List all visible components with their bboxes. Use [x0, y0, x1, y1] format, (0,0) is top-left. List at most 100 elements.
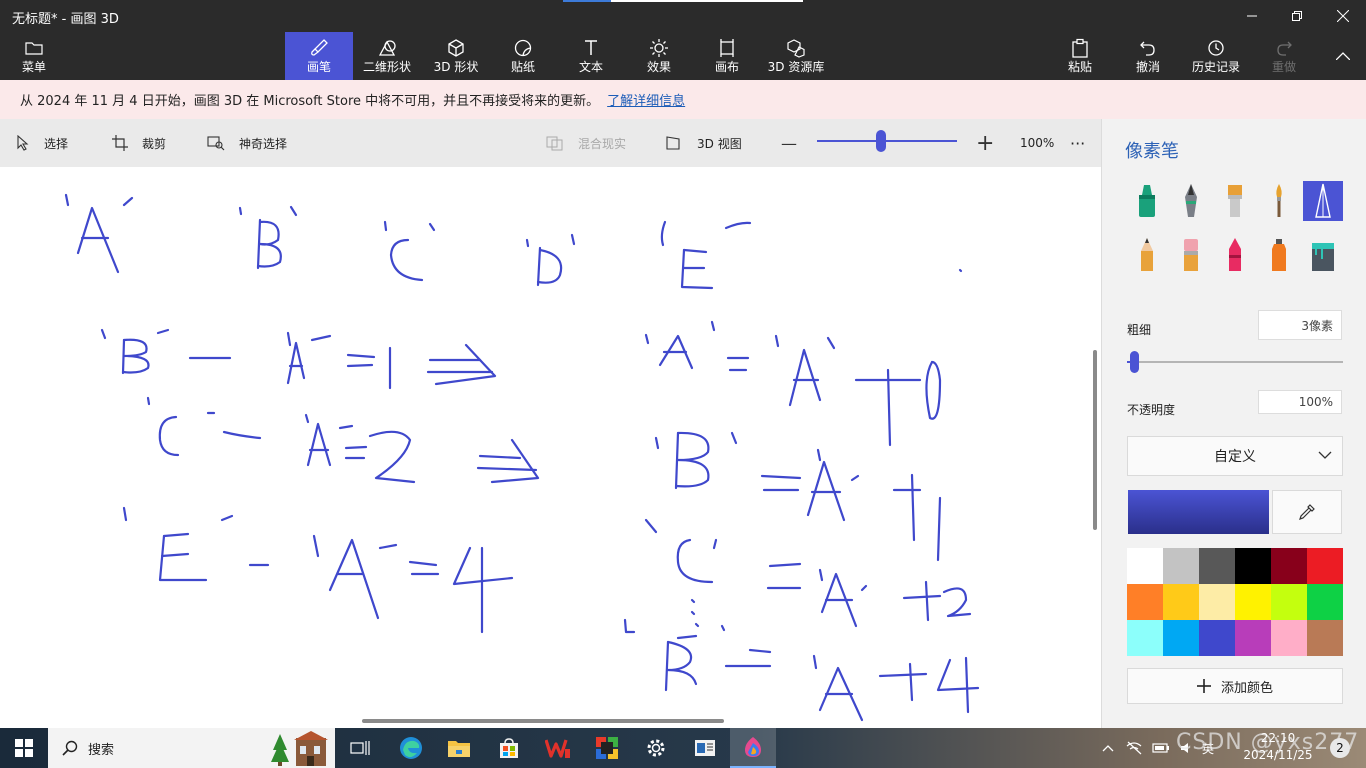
minimize-button[interactable] [1229, 0, 1275, 32]
current-color-swatch[interactable] [1128, 490, 1269, 534]
battery-icon[interactable] [1152, 742, 1170, 754]
color-swatch[interactable] [1127, 620, 1163, 656]
color-swatch[interactable] [1199, 584, 1235, 620]
brush-calligraphy-pen[interactable] [1171, 181, 1211, 221]
mixed-reality-button[interactable]: 混合现实 [546, 119, 626, 167]
brush-spray-can[interactable] [1259, 235, 1299, 275]
network-disconnected-icon[interactable] [1126, 741, 1142, 755]
handwriting-equation [623, 618, 980, 722]
clock-time: 22:10 [1260, 731, 1296, 745]
zoom-in-button[interactable]: + [976, 119, 994, 167]
color-palette [1127, 548, 1343, 656]
zoom-slider-thumb[interactable] [876, 130, 887, 152]
taskbar-store[interactable] [486, 728, 532, 768]
brush-oil[interactable] [1215, 181, 1255, 221]
tab-2d-shapes[interactable]: 二维形状 [357, 32, 417, 80]
taskbar-edge[interactable] [388, 728, 434, 768]
oil-brush-icon [1228, 185, 1242, 217]
select-tool[interactable]: 选择 [16, 119, 68, 167]
tab-canvas[interactable]: 画布 [703, 32, 751, 80]
thickness-input[interactable]: 3像素 [1258, 310, 1342, 340]
zoom-value[interactable]: 100% [1020, 119, 1054, 167]
taskbar-colorful-app[interactable] [584, 728, 630, 768]
gear-icon [647, 739, 665, 757]
color-swatch[interactable] [1163, 584, 1199, 620]
color-swatch[interactable] [1271, 548, 1307, 584]
history-button[interactable]: 历史记录 [1188, 32, 1244, 80]
undo-button[interactable]: 撤消 [1128, 32, 1168, 80]
colorful-squares-app-icon [596, 737, 618, 759]
tab-brushes[interactable]: 画笔 [285, 32, 353, 80]
preset-dropdown[interactable]: 自定义 [1127, 436, 1343, 476]
folder-icon [448, 741, 470, 757]
mixed-reality-label: 混合现实 [578, 136, 627, 151]
opacity-input[interactable]: 100% [1258, 390, 1342, 414]
menu-button[interactable]: 菜单 [8, 32, 60, 80]
taskbar-reader[interactable] [682, 728, 728, 768]
redo-button[interactable]: 重做 [1264, 32, 1304, 80]
tab-stickers[interactable]: 贴纸 [496, 32, 550, 80]
magic-select-tool[interactable]: 神奇选择 [207, 119, 287, 167]
drawing-canvas[interactable] [0, 167, 1101, 728]
eyedropper-button[interactable] [1272, 490, 1342, 534]
color-swatch[interactable] [1163, 548, 1199, 584]
chevron-up-icon[interactable] [1102, 744, 1114, 752]
notification-badge[interactable]: 2 [1330, 738, 1350, 758]
color-swatch[interactable] [1235, 584, 1271, 620]
color-swatch[interactable] [1235, 548, 1271, 584]
color-swatch[interactable] [1235, 620, 1271, 656]
more-options-button[interactable]: ··· [1070, 119, 1085, 167]
task-view-button[interactable] [337, 728, 383, 768]
tab-text[interactable]: 文本 [566, 32, 616, 80]
canvas-toolbar: 选择 裁剪 神奇选择 混合现实 3D 视图 — + 100% ··· [0, 119, 1101, 167]
color-swatch[interactable] [1271, 584, 1307, 620]
vertical-scrollbar[interactable] [1093, 350, 1097, 530]
spray-can-icon [1272, 239, 1286, 271]
crop-tool[interactable]: 裁剪 [112, 119, 166, 167]
add-color-button[interactable]: 添加颜色 [1127, 668, 1343, 704]
color-swatch[interactable] [1307, 548, 1343, 584]
tab-3d-library[interactable]: 3D 资源库 [764, 32, 828, 80]
brush-crayon[interactable] [1215, 235, 1255, 275]
taskbar-search[interactable]: 搜索 [48, 728, 335, 768]
brush-pixel-pen[interactable] [1303, 181, 1343, 221]
zoom-slider-track[interactable] [817, 140, 957, 142]
magic-select-icon [207, 136, 225, 151]
color-swatch[interactable] [1199, 548, 1235, 584]
restore-button[interactable] [1274, 0, 1320, 32]
color-swatch[interactable] [1307, 584, 1343, 620]
tab-3d-shapes[interactable]: 3D 形状 [428, 32, 484, 80]
brush-pencil[interactable] [1127, 235, 1167, 275]
thickness-slider-thumb[interactable] [1130, 351, 1139, 373]
brush-fill-bucket[interactable] [1303, 235, 1343, 275]
brush-eraser[interactable] [1171, 235, 1211, 275]
start-button[interactable] [0, 728, 48, 768]
clock-date: 2024/11/25 [1243, 748, 1313, 762]
tab-effects[interactable]: 效果 [634, 32, 684, 80]
thickness-slider-track[interactable] [1127, 361, 1343, 363]
brush-marker[interactable] [1127, 181, 1167, 221]
color-swatch[interactable] [1271, 620, 1307, 656]
taskbar-settings[interactable] [633, 728, 679, 768]
taskbar-paint3d[interactable] [730, 728, 776, 768]
color-swatch[interactable] [1127, 584, 1163, 620]
zoom-out-button[interactable]: — [781, 119, 797, 167]
brush-watercolor[interactable] [1259, 181, 1299, 221]
pencil-icon [1141, 238, 1153, 271]
taskbar-clock[interactable]: 22:10 2024/11/25 [1238, 730, 1318, 764]
learn-more-link[interactable]: 了解详细信息 [607, 90, 685, 109]
3d-view-button[interactable]: 3D 视图 [665, 119, 742, 167]
taskbar-file-explorer[interactable] [436, 728, 482, 768]
taskbar-wps[interactable] [535, 728, 581, 768]
color-swatch[interactable] [1199, 620, 1235, 656]
color-swatch[interactable] [1307, 620, 1343, 656]
color-swatch[interactable] [1127, 548, 1163, 584]
collapse-ribbon-button[interactable] [1320, 40, 1366, 72]
color-swatch[interactable] [1163, 620, 1199, 656]
search-highlight-icon [271, 731, 328, 766]
tab-label: 效果 [646, 60, 671, 74]
horizontal-scrollbar[interactable] [362, 719, 724, 723]
close-button[interactable] [1320, 0, 1366, 32]
opacity-label: 不透明度 [1127, 403, 1176, 417]
paste-button[interactable]: 粘贴 [1060, 32, 1100, 80]
